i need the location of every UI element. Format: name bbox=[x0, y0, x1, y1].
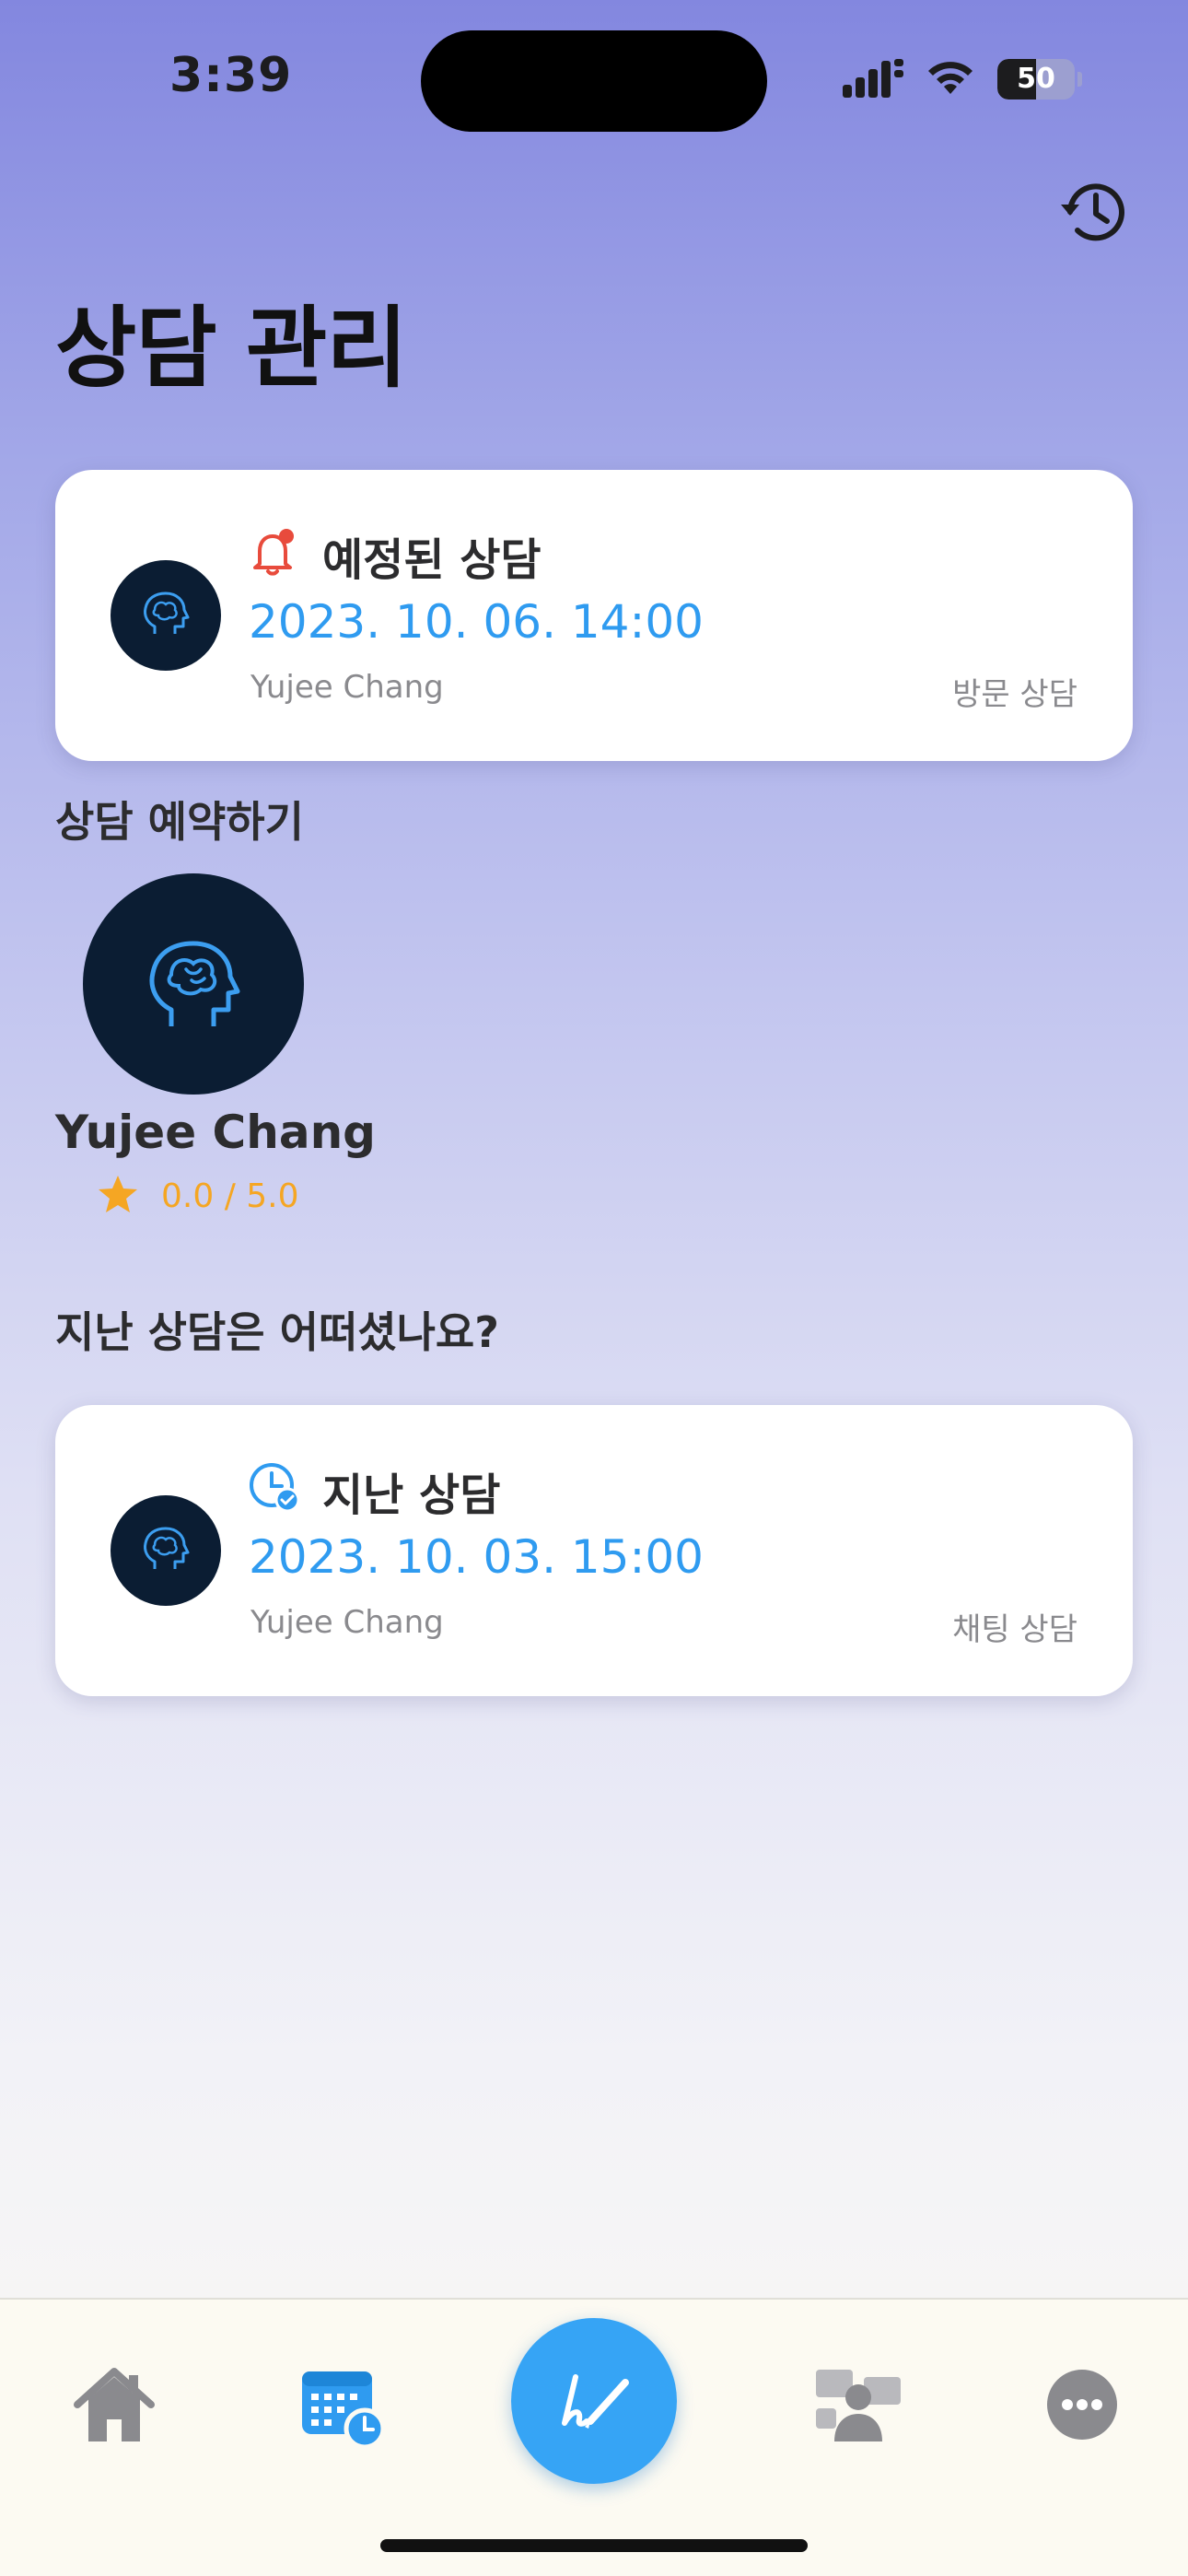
calendar-icon[interactable] bbox=[297, 2359, 389, 2451]
upcoming-counselor-name: Yujee Chang bbox=[250, 669, 444, 706]
counselor-rating: 0.0 / 5.0 bbox=[161, 1177, 299, 1215]
people-icon[interactable] bbox=[812, 2359, 904, 2451]
reserve-section-title: 상담 예약하기 bbox=[55, 797, 304, 847]
clock-check-icon bbox=[250, 1463, 300, 1513]
counselor-brain-icon[interactable] bbox=[83, 873, 304, 1095]
upcoming-counseling-card[interactable]: 예정된 상담 2023. 10. 06. 14:00 Yujee Chang 방… bbox=[55, 470, 1133, 761]
write-button[interactable] bbox=[511, 2318, 677, 2484]
past-section-title: 지난 상담은 어떠셨나요? bbox=[55, 1307, 499, 1357]
write-icon bbox=[562, 2374, 629, 2429]
past-heading: 지난 상담 bbox=[322, 1469, 501, 1521]
status-time: 3:39 bbox=[169, 48, 293, 103]
battery-level: 50 bbox=[1017, 63, 1055, 95]
upcoming-heading: 예정된 상담 bbox=[322, 534, 542, 586]
home-indicator bbox=[380, 2539, 808, 2552]
wifi-icon bbox=[928, 62, 973, 94]
past-counselor-name: Yujee Chang bbox=[250, 1604, 444, 1641]
upcoming-type: 방문 상담 bbox=[952, 676, 1077, 713]
more-icon[interactable] bbox=[1036, 2359, 1128, 2451]
history-icon[interactable] bbox=[1057, 175, 1131, 249]
home-icon[interactable] bbox=[68, 2359, 160, 2451]
upcoming-datetime: 2023. 10. 06. 14:00 bbox=[249, 595, 704, 649]
battery-icon: 50 bbox=[997, 59, 1082, 100]
status-bar: 3:39 50 bbox=[0, 0, 1188, 157]
counselor-avatar-brain-icon bbox=[111, 560, 221, 671]
page-title: 상담 관리 bbox=[55, 297, 408, 400]
past-counseling-card[interactable]: 지난 상담 2023. 10. 03. 15:00 Yujee Chang 채팅… bbox=[55, 1405, 1133, 1696]
counselor-name: Yujee Chang bbox=[55, 1106, 376, 1159]
counselor-avatar-brain-icon bbox=[111, 1495, 221, 1606]
past-datetime: 2023. 10. 03. 15:00 bbox=[249, 1530, 704, 1584]
star-icon bbox=[99, 1176, 137, 1212]
bell-icon bbox=[253, 529, 294, 576]
cellular-signal-icon bbox=[843, 59, 903, 98]
dynamic-island bbox=[421, 30, 767, 132]
past-type: 채팅 상담 bbox=[952, 1611, 1077, 1648]
